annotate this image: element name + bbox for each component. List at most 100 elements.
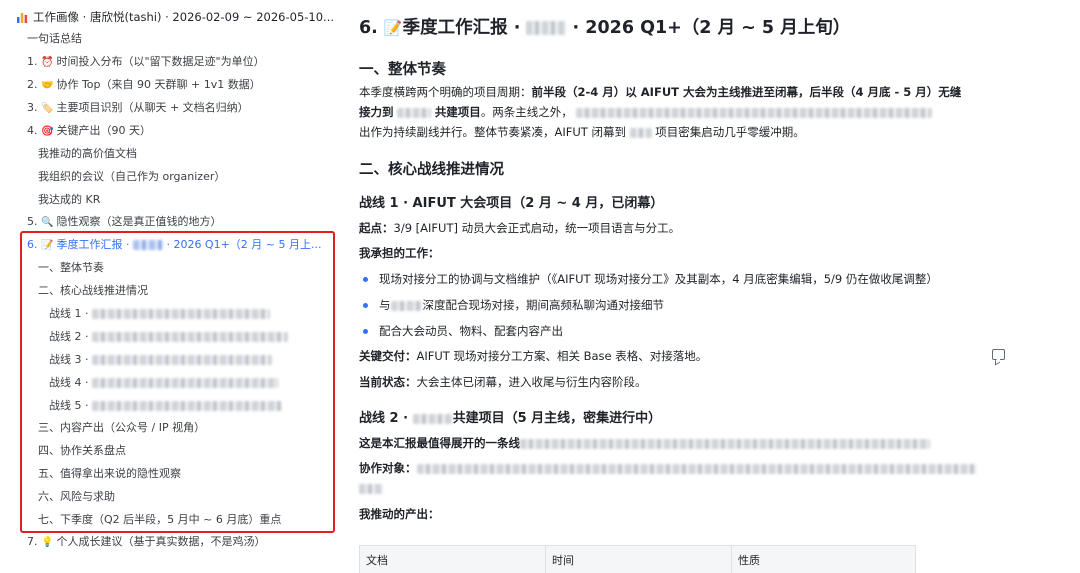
text-bold: 前半段（2-4 月）以 AIFUT 大会为主线推进至闭幕，后半段（4 月底 - … (531, 85, 962, 99)
toc-sidebar: 工作画像 · 唐欣悦(tashi) · 2026-02-09 ~ 2026-05… (0, 0, 340, 573)
toc-item-label: 一、整体节奏 (38, 261, 104, 274)
toc-item-collab[interactable]: 2. 🤝 协作 Top（来自 90 天群聊 + 1v1 数据） (0, 74, 340, 96)
line1-work-label: 我承担的工作： (359, 243, 440, 263)
heading-line-1: 战线 1 · AIFUT 大会项目（2 月 ~ 4 月，已闭幕） (359, 196, 664, 211)
text: 。两条主线之外， (480, 105, 573, 119)
toc-item-meetings[interactable]: 我组织的会议（自己作为 organizer） (0, 166, 340, 188)
line1-deliverables: 关键交付：AIFUT 现场对接分工方案、相关 Base 表格、对接落地。 (359, 346, 707, 366)
toc-sub-line-3[interactable]: 战线 3 · (0, 349, 340, 371)
line1-start: 起点：3/9 [AIFUT] 动员大会正式启动，统一项目语言与分工。 (359, 218, 680, 238)
redacted-text (629, 127, 652, 138)
text-bold: 共建项目 (434, 105, 481, 119)
toc-sub-core-lines[interactable]: 二、核心战线推进情况 (0, 280, 340, 302)
redacted-text (416, 463, 977, 474)
toc-item-label: 我组织的会议（自己作为 organizer） (38, 170, 226, 183)
table-header-type: 性质 (738, 554, 760, 567)
output-table: 文档 时间 性质 (359, 545, 916, 573)
toc-sub-line-2[interactable]: 战线 2 · (0, 326, 340, 348)
toc-item-label: 战线 4 · (49, 376, 89, 389)
line1-status: 当前状态：大会主体已闭幕，进入收尾与衍生内容阶段。 (359, 372, 647, 392)
toc-item-label: 时间投入分布（以"留下数据足迹"为单位） (56, 55, 265, 68)
text: 项目密集启动几乎零缓冲期。 (655, 125, 805, 139)
toc-item-label: 关键产出（90 天） (56, 124, 151, 137)
heading-text: 战线 2 · (359, 411, 409, 426)
redacted-text (397, 107, 432, 118)
redacted-text (92, 332, 288, 342)
toc-item-number: 3. (27, 101, 41, 114)
label: 当前状态： (359, 375, 417, 389)
toc-sub-relations[interactable]: 四、协作关系盘点 (0, 440, 340, 462)
toc-sub-next-quarter[interactable]: 七、下季度（Q2 后半段，5 月中 ~ 6 月底）重点 (0, 509, 340, 531)
toc-item-docs[interactable]: 我推动的高价值文档 (0, 143, 340, 165)
toc-sub-risks[interactable]: 六、风险与求助 (0, 486, 340, 508)
toc-sub-line-5[interactable]: 战线 5 · (0, 395, 340, 417)
toc-item-number: 7. (27, 535, 41, 548)
toc-item-output[interactable]: 4. 🎯 关键产出（90 天） (0, 120, 340, 142)
toc-item-number: 5. (27, 215, 41, 228)
table-header-time: 时间 (546, 546, 732, 573)
toc-item-label: 主要项目识别（从聊天 + 文档名归纳） (56, 101, 249, 114)
toc-sub-observations[interactable]: 五、值得拿出来说的隐性观察 (0, 463, 340, 485)
toc-item-label: 我推动的高价值文档 (38, 147, 137, 160)
text-bold: 接力到 (359, 105, 394, 119)
toc-item-label: 四、协作关系盘点 (38, 444, 126, 457)
memo-icon: 📝 (383, 19, 403, 37)
comment-icon[interactable] (992, 349, 1005, 360)
toc-item-growth[interactable]: 7. 💡 个人成长建议（基于真实数据，不是鸡汤） (0, 531, 340, 553)
title-text: 季度工作汇报 · (402, 18, 521, 38)
toc-item-label: 五、值得拿出来说的隐性观察 (38, 467, 181, 480)
toc-item-time[interactable]: 1. ⏰ 时间投入分布（以"留下数据足迹"为单位） (0, 51, 340, 73)
toc-item-number: 4. (27, 124, 41, 137)
paragraph-rhythm-line3: 出作为持续副线并行。整体节奏紧凑，AIFUT 闭幕到 项目密集启动几乎零缓冲期。 (359, 122, 805, 142)
toc-sub-line-4[interactable]: 战线 4 · (0, 372, 340, 394)
text: 3/9 [AIFUT] 动员大会正式启动，统一项目语言与分工。 (393, 221, 681, 235)
toc-sub-content[interactable]: 三、内容产出（公众号 / IP 视角） (0, 417, 340, 439)
line2-intro: 这是本汇报最值得展开的一条线 (359, 433, 930, 453)
lightbulb-icon: 💡 (41, 537, 54, 548)
toc-item-label: 二、核心战线推进情况 (38, 284, 148, 297)
toc-item-label: 个人成长建议（基于真实数据，不是鸡汤） (56, 535, 266, 548)
toc-item-number: 1. (27, 55, 41, 68)
alarm-clock-icon: ⏰ (41, 57, 54, 68)
bar-chart-icon (16, 11, 28, 23)
toc-item-label: 隐性观察（这是真正值钱的地方） (56, 215, 222, 228)
redacted-text (92, 378, 278, 388)
line2-partners: 协作对象： (359, 458, 977, 478)
toc-item-summary[interactable]: 一句话总结 (0, 28, 340, 50)
label: 协作对象： (359, 461, 417, 475)
text: AIFUT 现场对接分工方案、相关 Base 表格、对接落地。 (416, 349, 708, 363)
toc-item-label: 三、内容产出（公众号 / IP 视角） (38, 421, 206, 434)
memo-icon: 📝 (41, 240, 54, 251)
toc-item-number: 6. (27, 238, 41, 251)
toc-item-quarterly-report[interactable]: 6. 📝 季度工作汇报 · · 2026 Q1+（2 月 ~ 5 月上... (0, 234, 340, 256)
toc-item-projects[interactable]: 3. 🏷️ 主要项目识别（从聊天 + 文档名归纳） (0, 97, 340, 119)
list-item-text: 配合大会动员、物料、配套内容产出 (379, 324, 563, 338)
toc-item-number: 2. (27, 78, 41, 91)
text: 大会主体已闭幕，进入收尾与衍生内容阶段。 (416, 375, 647, 389)
redacted-text (520, 438, 930, 449)
line2-partners-cont (359, 478, 383, 498)
redacted-text (359, 483, 383, 494)
label-icon: 🏷️ (41, 103, 54, 114)
toc-doc-title[interactable]: 工作画像 · 唐欣悦(tashi) · 2026-02-09 ~ 2026-05… (0, 6, 340, 28)
bullet-dot (363, 277, 368, 282)
toc-sub-rhythm[interactable]: 一、整体节奏 (0, 257, 340, 279)
target-icon: 🎯 (41, 126, 54, 137)
toc-item-label: 七、下季度（Q2 后半段，5 月中 ~ 6 月底）重点 (38, 513, 282, 526)
list-item-text: 深度配合现场对接，期间高频私聊沟通对接细节 (422, 298, 665, 312)
toc-item-kr[interactable]: 我达成的 KR (0, 189, 340, 211)
text: 出作为持续副线并行。整体节奏紧凑，AIFUT 闭幕到 (359, 125, 626, 139)
toc-item-label-suffix: · 2026 Q1+（2 月 ~ 5 月上... (166, 238, 322, 251)
toc-item-hidden[interactable]: 5. 🔍 隐性观察（这是真正值钱的地方） (0, 211, 340, 233)
redacted-text (92, 355, 272, 365)
toc-item-label: 六、风险与求助 (38, 490, 115, 503)
redacted-name (132, 240, 163, 250)
list-item-text: 与 (379, 298, 391, 312)
list-item-text: 现场对接分工的协调与文档维护（《AIFUT 现场对接分工》及其副本，4 月底密集… (379, 272, 938, 286)
toc-sub-line-1[interactable]: 战线 1 · (0, 303, 340, 325)
toc-item-label: 战线 5 · (49, 399, 89, 412)
section-title: 6. 📝季度工作汇报 · · 2026 Q1+（2 月 ~ 5 月上旬） (359, 14, 850, 39)
line2-output-label: 我推动的产出： (359, 504, 440, 524)
redacted-name (412, 413, 453, 424)
table-header-doc: 文档 (360, 546, 546, 573)
